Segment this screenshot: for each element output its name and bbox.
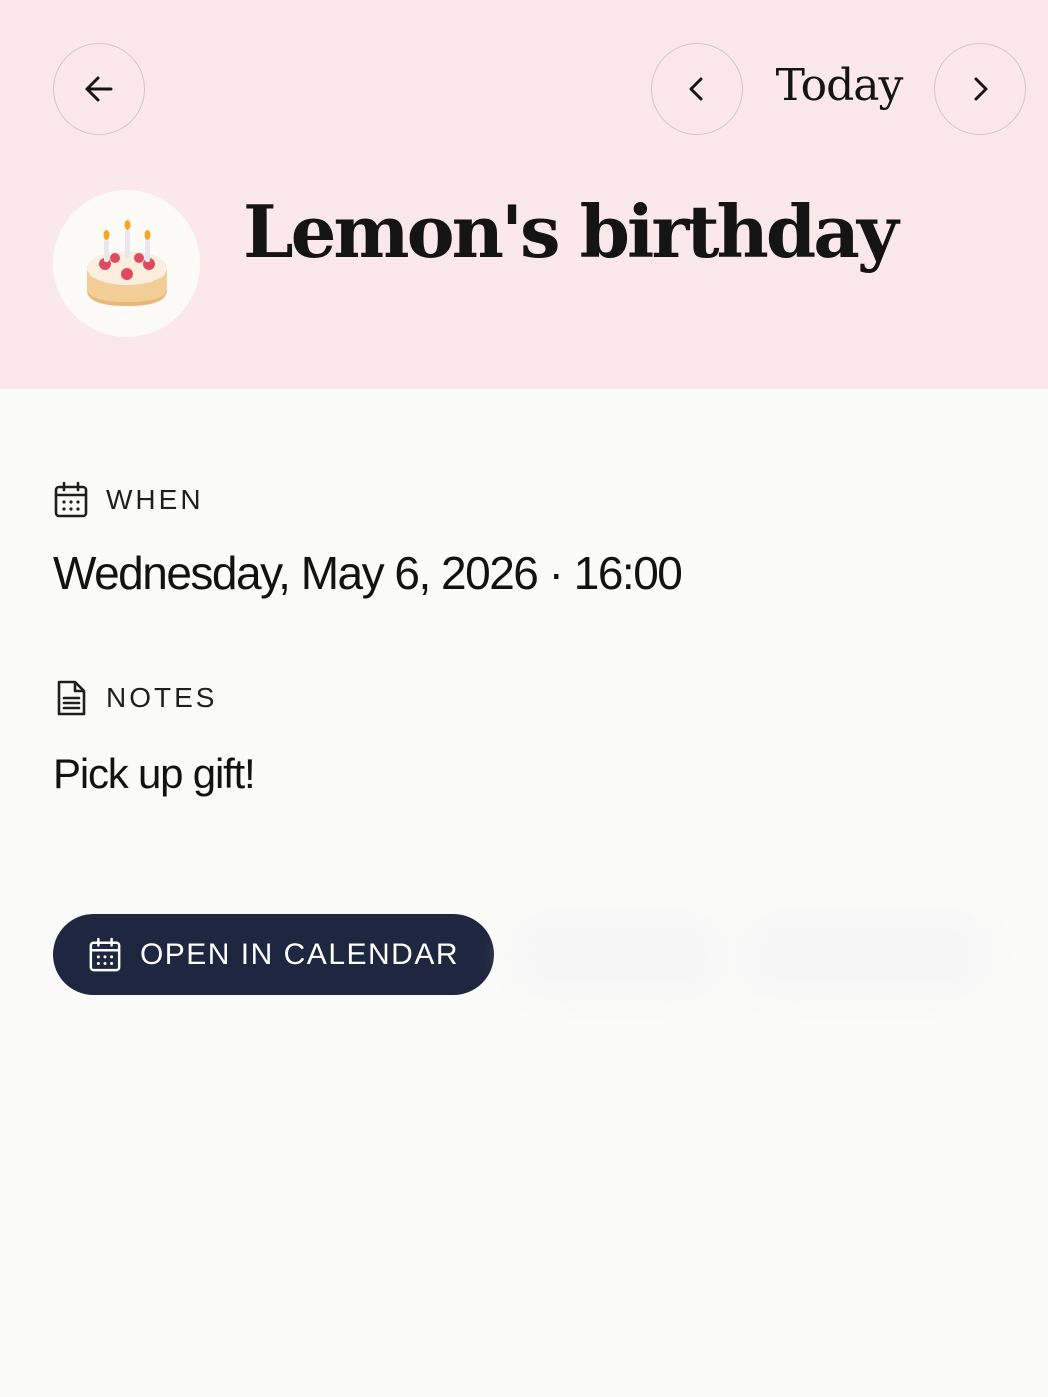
calendar-icon [89,937,121,971]
open-in-calendar-label: OPEN IN CALENDAR [139,937,460,971]
notes-section-header: NOTES [53,679,217,717]
open-in-calendar-button[interactable]: OPEN IN CALENDAR [53,914,494,995]
event-header: Today Lemon's birthday [0,0,1048,389]
event-emoji-avatar [53,190,200,337]
notes-label: NOTES [106,682,218,713]
chevron-left-icon [689,77,703,101]
when-label: WHEN [106,484,204,515]
arrow-left-icon [85,76,113,102]
previous-day-button[interactable] [651,43,743,135]
next-day-button[interactable] [934,43,1026,135]
when-section-header: WHEN [53,481,204,519]
document-icon [57,680,86,716]
faded-action-placeholder [735,905,997,1005]
event-datetime: Wednesday, May 6, 2026 · 16:00 [53,547,683,599]
calendar-icon [54,481,88,518]
birthday-cake-icon [86,219,167,306]
back-button[interactable] [53,43,145,135]
today-button[interactable]: Today [760,56,918,116]
event-notes: Pick up gift! [53,750,256,797]
faded-action-placeholder [505,905,730,1005]
chevron-right-icon [974,77,988,101]
event-title: Lemon's birthday [243,189,899,274]
